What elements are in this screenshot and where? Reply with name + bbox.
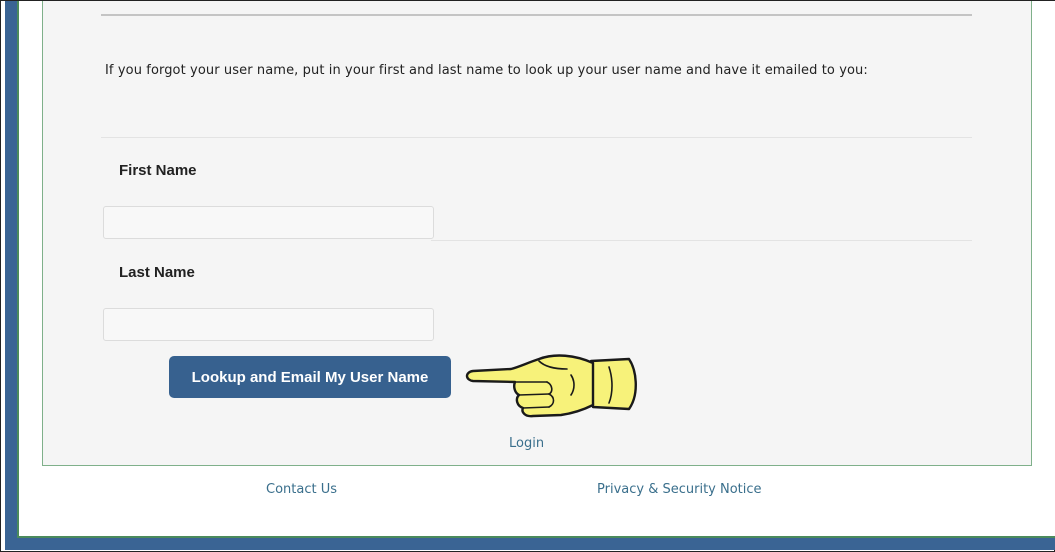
login-link[interactable]: Login [509,436,544,451]
field-divider [101,137,972,138]
last-name-label: Last Name [119,264,195,281]
screenshot-frame: If you forgot your user name, put in you… [0,0,1055,552]
pointing-hand-icon [465,354,637,418]
privacy-security-link[interactable]: Privacy & Security Notice [597,482,762,497]
lookup-email-username-button[interactable]: Lookup and Email My User Name [169,356,451,398]
last-name-input[interactable] [103,308,434,341]
instructions-text: If you forgot your user name, put in you… [105,63,868,78]
frame-bottom-bar [5,538,1055,550]
first-name-label: First Name [119,162,197,179]
field-divider [431,240,972,241]
section-divider [101,14,972,16]
contact-us-link[interactable]: Contact Us [266,482,337,497]
frame-left-bar [5,1,17,549]
first-name-input[interactable] [103,206,434,239]
